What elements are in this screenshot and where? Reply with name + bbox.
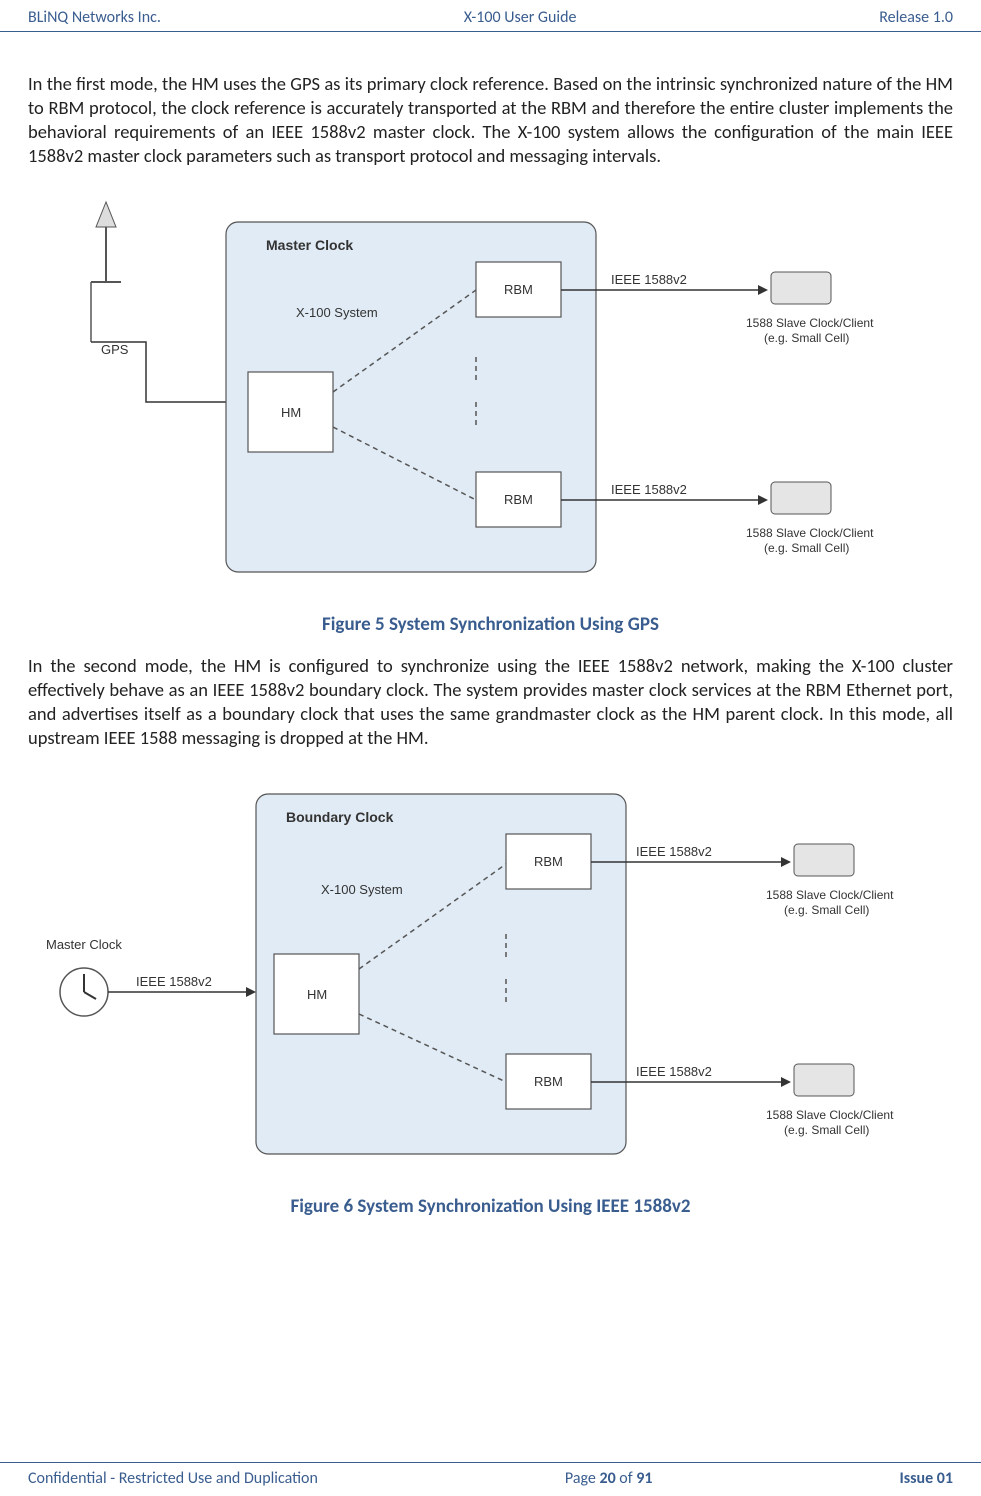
- svg-text:(e.g. Small Cell): (e.g. Small Cell): [784, 1123, 869, 1137]
- rbm-label-bottom: RBM: [504, 492, 533, 507]
- gps-label: GPS: [101, 342, 129, 357]
- svg-text:(e.g. Small Cell): (e.g. Small Cell): [784, 903, 869, 917]
- client-device-top: 1588 Slave Clock/Client (e.g. Small Cell…: [746, 272, 874, 345]
- svg-text:IEEE 1588v2: IEEE 1588v2: [636, 1064, 712, 1079]
- footer-left: Confidential - Restricted Use and Duplic…: [28, 1469, 318, 1488]
- figure-6-caption: Figure 6 System Synchronization Using IE…: [28, 1195, 953, 1218]
- svg-text:1588 Slave Clock/Client: 1588 Slave Clock/Client: [746, 316, 874, 330]
- paragraph-2: In the second mode, the HM is configured…: [28, 654, 953, 750]
- client-device-bottom: 1588 Slave Clock/Client (e.g. Small Cell…: [746, 482, 874, 555]
- boundary-clock-title: Boundary Clock: [286, 809, 394, 825]
- client-device-top-6: 1588 Slave Clock/Client (e.g. Small Cell…: [766, 844, 894, 917]
- svg-text:IEEE 1588v2: IEEE 1588v2: [611, 272, 687, 287]
- footer-center: Page 20 of 91: [565, 1469, 653, 1488]
- svg-text:IEEE 1588v2: IEEE 1588v2: [636, 844, 712, 859]
- header-right: Release 1.0: [879, 8, 953, 27]
- system-label-6: X-100 System: [321, 882, 403, 897]
- svg-text:1588 Slave Clock/Client: 1588 Slave Clock/Client: [766, 888, 894, 902]
- page-header: BLiNQ Networks Inc. X-100 User Guide Rel…: [0, 0, 981, 32]
- header-left: BLiNQ Networks Inc.: [28, 8, 161, 27]
- ieee-in-label: IEEE 1588v2: [136, 974, 212, 989]
- master-clock-title: Master Clock: [266, 237, 353, 253]
- svg-text:1588 Slave Clock/Client: 1588 Slave Clock/Client: [746, 526, 874, 540]
- header-center: X-100 User Guide: [464, 8, 577, 27]
- rbm-label-bottom-6: RBM: [534, 1074, 563, 1089]
- svg-text:(e.g. Small Cell): (e.g. Small Cell): [764, 541, 849, 555]
- page-footer: Confidential - Restricted Use and Duplic…: [0, 1462, 981, 1488]
- rbm-label-top: RBM: [504, 282, 533, 297]
- hm-label-6: HM: [307, 987, 327, 1002]
- figure-5-caption: Figure 5 System Synchronization Using GP…: [28, 613, 953, 636]
- system-label: X-100 System: [296, 305, 378, 320]
- paragraph-1: In the first mode, the HM uses the GPS a…: [28, 72, 953, 168]
- svg-text:(e.g. Small Cell): (e.g. Small Cell): [764, 331, 849, 345]
- svg-text:Master Clock: Master Clock: [46, 937, 122, 952]
- gps-antenna-icon: GPS: [91, 202, 228, 402]
- figure-5-svg: GPS Master Clock X-100 System HM RBM RBM: [46, 192, 936, 592]
- hm-label: HM: [281, 405, 301, 420]
- client-device-bottom-6: 1588 Slave Clock/Client (e.g. Small Cell…: [766, 1064, 894, 1137]
- figure-6: Master Clock IEEE 1588v2 Boundary Clock …: [28, 774, 953, 1179]
- svg-text:IEEE 1588v2: IEEE 1588v2: [611, 482, 687, 497]
- rbm-label-top-6: RBM: [534, 854, 563, 869]
- figure-6-svg: Master Clock IEEE 1588v2 Boundary Clock …: [46, 774, 936, 1174]
- page-content: In the first mode, the HM uses the GPS a…: [0, 32, 981, 1246]
- master-clock-icon: Master Clock: [46, 937, 122, 1016]
- svg-text:1588 Slave Clock/Client: 1588 Slave Clock/Client: [766, 1108, 894, 1122]
- figure-5: GPS Master Clock X-100 System HM RBM RBM: [28, 192, 953, 597]
- footer-right: Issue 01: [899, 1469, 953, 1488]
